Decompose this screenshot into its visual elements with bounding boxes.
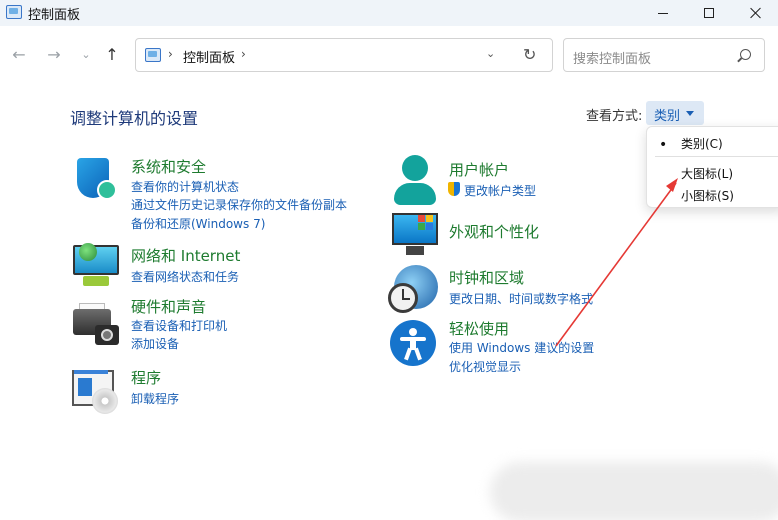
arrow-head bbox=[666, 178, 678, 192]
arrow-shaft bbox=[555, 182, 677, 347]
annotation-arrow bbox=[555, 178, 678, 347]
blurred-watermark bbox=[490, 462, 778, 520]
